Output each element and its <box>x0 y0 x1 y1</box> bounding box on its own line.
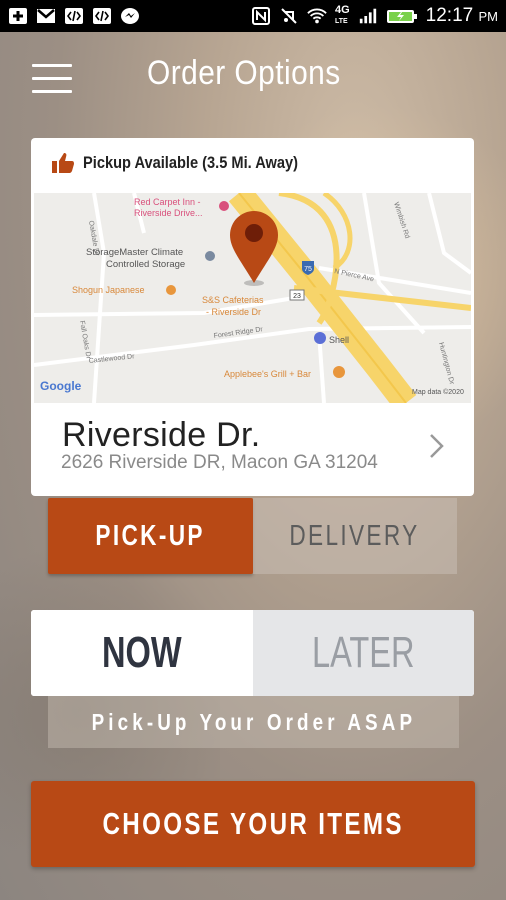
map-graphic: 75 23 N Pierce Ave Castlewood Dr Forest … <box>34 193 471 403</box>
availability-text: Pickup Available (3.5 Mi. Away) <box>83 153 299 172</box>
svg-text:- Riverside Dr: - Riverside Dr <box>206 307 261 317</box>
restaurant-pin-icon <box>333 366 345 378</box>
pickup-time-note: Pick-Up Your Order ASAP <box>48 696 459 748</box>
code-icon <box>93 8 111 24</box>
svg-text:Shogun Japanese: Shogun Japanese <box>72 285 145 295</box>
clock: 12:17 PM <box>425 5 498 26</box>
battery-icon <box>386 10 417 23</box>
chevron-right-icon[interactable] <box>428 432 446 460</box>
network-type: 4G LTE <box>334 4 350 26</box>
pickup-button[interactable]: PICK-UP <box>48 498 253 574</box>
signal-icon <box>359 8 376 24</box>
svg-text:Map data ©2020: Map data ©2020 <box>412 388 464 396</box>
app-header: Order Options <box>0 40 506 116</box>
messenger-icon <box>121 8 139 24</box>
nfc-icon <box>251 7 270 25</box>
svg-text:S&S Cafeterias: S&S Cafeterias <box>202 295 264 305</box>
restaurant-pin-icon <box>166 285 176 295</box>
code-icon <box>65 8 83 24</box>
svg-text:Riverside Drive...: Riverside Drive... <box>134 208 203 218</box>
store-name: Riverside Dr. <box>62 416 261 454</box>
order-time-toggle: NOW LATER <box>31 610 474 696</box>
svg-text:Shell: Shell <box>329 335 349 345</box>
thumbs-up-icon <box>52 153 74 173</box>
order-method-toggle: PICK-UP DELIVERY <box>48 498 457 574</box>
svg-text:75: 75 <box>304 266 312 273</box>
add-icon <box>9 8 27 24</box>
status-bar: 4G LTE 12:17 PM <box>0 0 506 32</box>
page-title: Order Options <box>147 54 341 92</box>
menu-icon[interactable] <box>32 62 74 96</box>
svg-text:23: 23 <box>293 293 301 300</box>
store-map[interactable]: 75 23 N Pierce Ave Castlewood Dr Forest … <box>34 193 471 403</box>
gas-station-pin-icon <box>314 332 326 344</box>
google-logo: Google <box>40 379 82 393</box>
store-address: 2626 Riverside DR, Macon GA 31204 <box>61 452 378 473</box>
storage-pin-icon <box>205 251 215 261</box>
svg-text:Applebee's Grill + Bar: Applebee's Grill + Bar <box>224 369 311 379</box>
svg-text:Controlled Storage: Controlled Storage <box>106 259 185 270</box>
store-card[interactable]: Pickup Available (3.5 Mi. Away) 75 23 N … <box>31 138 474 496</box>
later-button[interactable]: LATER <box>252 610 474 696</box>
svg-text:StorageMaster Climate: StorageMaster Climate <box>86 247 183 258</box>
us-route-shield-icon: 23 <box>289 289 305 301</box>
delivery-button[interactable]: DELIVERY <box>252 498 457 574</box>
now-button[interactable]: NOW <box>31 610 253 696</box>
gmail-icon <box>37 9 55 23</box>
svg-text:Red Carpet Inn -: Red Carpet Inn - <box>134 197 201 207</box>
availability-row: Pickup Available (3.5 Mi. Away) <box>51 152 333 174</box>
vibrate-off-icon <box>281 8 297 24</box>
hotel-pin-icon <box>219 201 229 211</box>
wifi-icon <box>307 8 327 24</box>
choose-items-button[interactable]: CHOOSE YOUR ITEMS <box>31 781 475 867</box>
